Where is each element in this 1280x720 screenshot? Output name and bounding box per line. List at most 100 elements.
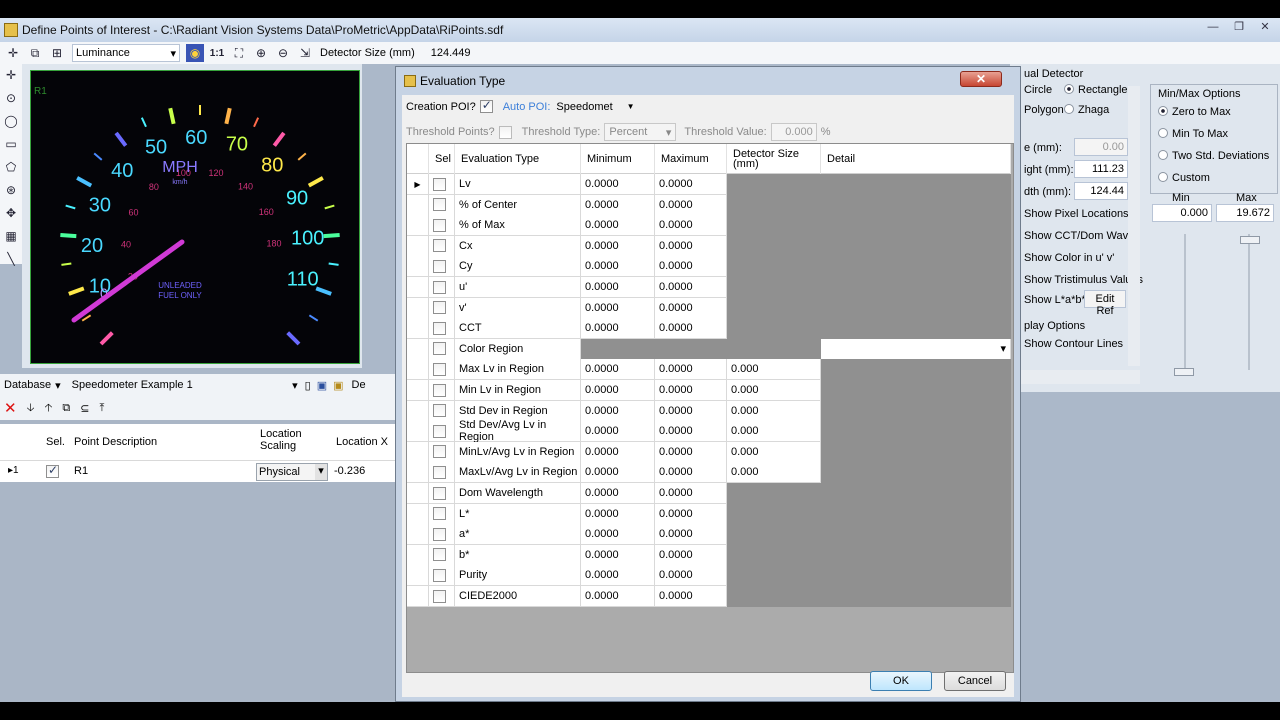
minimum-cell[interactable]: 0.0000 xyxy=(581,503,655,525)
field-e-input[interactable]: 0.00 xyxy=(1074,138,1128,156)
maximum-cell[interactable]: 0.0000 xyxy=(655,297,727,319)
minmax-two-std[interactable]: Two Std. Deviations xyxy=(1158,150,1269,162)
maximum-cell[interactable]: 0.0000 xyxy=(655,483,727,504)
row-select-checkbox[interactable] xyxy=(433,177,446,191)
minimum-cell[interactable]: 0.0000 xyxy=(581,174,655,195)
maximum-cell[interactable]: 0.0000 xyxy=(655,215,727,237)
show-lab[interactable]: Show L*a*b* xyxy=(1024,294,1086,306)
minimum-cell[interactable]: 0.0000 xyxy=(581,462,655,484)
current-row-arrow-icon[interactable]: ▶ xyxy=(407,174,429,195)
maximum-cell[interactable]: 0.0000 xyxy=(655,400,727,422)
maximum-cell[interactable]: 0.0000 xyxy=(655,462,727,484)
maximum-cell[interactable]: 0.0000 xyxy=(655,359,727,381)
row-select-checkbox[interactable] xyxy=(433,259,446,273)
row-header[interactable] xyxy=(407,441,429,463)
row-header[interactable] xyxy=(407,380,429,401)
row-header[interactable] xyxy=(407,565,429,587)
maximum-cell[interactable]: 0.0000 xyxy=(655,256,727,278)
delete-icon[interactable]: ✕ xyxy=(4,399,17,417)
row-header[interactable] xyxy=(407,503,429,525)
maximum-cell[interactable]: 0.0000 xyxy=(655,565,727,587)
polygon-tool-icon[interactable]: ⬠ xyxy=(6,156,16,179)
shape-circle-label[interactable]: Circle xyxy=(1024,84,1052,96)
minimize-icon[interactable]: — xyxy=(1204,21,1222,35)
table-row[interactable]: Cy 0.0000 0.0000 xyxy=(407,256,1011,278)
subset-icon[interactable]: ⊆ xyxy=(80,402,89,415)
detail-combo[interactable]: ▾ xyxy=(821,338,1011,360)
row-select-checkbox[interactable] xyxy=(433,218,446,232)
row-header[interactable] xyxy=(407,400,429,422)
database-combo[interactable]: Speedometer Example 1 ▾ xyxy=(69,376,301,394)
minimum-cell[interactable]: 0.0000 xyxy=(581,400,655,422)
row-select-checkbox[interactable] xyxy=(433,424,446,438)
row-header[interactable] xyxy=(407,215,429,237)
minmax-zero-to-max[interactable]: Zero to Max xyxy=(1158,106,1231,118)
show-color-uv[interactable]: Show Color in u' v' xyxy=(1024,252,1114,264)
scaling-combo[interactable]: Physical ▾ xyxy=(256,463,328,481)
rectangle-tool-icon[interactable]: ▭ xyxy=(5,133,16,156)
zoom-out-icon[interactable]: ⊖ xyxy=(274,44,292,62)
row-select-checkbox[interactable] xyxy=(433,568,446,582)
maximum-cell[interactable]: 0.0000 xyxy=(655,503,727,525)
detector-size-cell[interactable]: 0.000 xyxy=(727,380,821,401)
detector-size-cell[interactable]: 0.000 xyxy=(727,359,821,381)
table-row[interactable]: Purity 0.0000 0.0000 xyxy=(407,565,1011,587)
row-select-checkbox[interactable] xyxy=(433,465,446,479)
table-row[interactable]: v' 0.0000 0.0000 xyxy=(407,297,1011,319)
row-select-checkbox[interactable] xyxy=(433,548,446,562)
zoom-fit-icon[interactable]: ⛶ xyxy=(230,44,248,62)
cancel-button[interactable]: Cancel xyxy=(944,671,1006,691)
table-row[interactable]: Color Region ▾ xyxy=(407,338,1011,360)
row-header[interactable] xyxy=(407,586,429,607)
min-slider-thumb[interactable] xyxy=(1174,368,1194,376)
minimum-cell[interactable]: 0.0000 xyxy=(581,524,655,546)
save-icon[interactable]: ▣ xyxy=(317,379,327,392)
minimum-cell[interactable]: 0.0000 xyxy=(581,359,655,381)
point-tool-icon[interactable]: ⊙ xyxy=(6,87,16,110)
minimum-cell[interactable]: 0.0000 xyxy=(581,586,655,607)
table-row[interactable]: Cx 0.0000 0.0000 xyxy=(407,235,1011,257)
table-row[interactable]: CIEDE2000 0.0000 0.0000 xyxy=(407,586,1011,607)
maximum-cell[interactable]: 0.0000 xyxy=(655,544,727,566)
minimum-cell[interactable]: 0.0000 xyxy=(581,483,655,504)
minimum-cell[interactable]: 0.0000 xyxy=(581,421,655,443)
row-header[interactable] xyxy=(407,277,429,298)
minimum-cell[interactable]: 0.0000 xyxy=(581,565,655,587)
minmax-min-to-max[interactable]: Min To Max xyxy=(1158,128,1228,140)
row-select-checkbox[interactable] xyxy=(433,198,446,212)
shape-rectangle-radio[interactable]: Rectangle xyxy=(1064,84,1128,96)
auto-poi-combo-value[interactable]: Speedomet xyxy=(556,101,612,113)
save-as-icon[interactable]: ▣ xyxy=(333,379,343,392)
ok-button[interactable]: OK xyxy=(870,671,932,691)
table-row[interactable]: ▶ Lv 0.0000 0.0000 xyxy=(407,174,1011,195)
row-select-checkbox[interactable] xyxy=(433,239,446,253)
speedometer-image[interactable]: R1 102030405060708090100110 204060801001… xyxy=(30,70,360,364)
table-row[interactable]: CCT 0.0000 0.0000 xyxy=(407,318,1011,340)
copy-icon[interactable]: ⧉ xyxy=(26,44,44,62)
move-down-icon[interactable]: 🡣 xyxy=(27,399,35,418)
measurement-combo[interactable]: Luminance ▾ xyxy=(72,44,180,62)
detector-size-cell[interactable]: 0.000 xyxy=(727,400,821,422)
row-header[interactable] xyxy=(407,318,429,340)
min-slider-track[interactable] xyxy=(1184,234,1186,370)
table-row[interactable]: ▸1 R1 Physical ▾ -0.236 xyxy=(0,460,395,482)
table-row[interactable]: Dom Wavelength 0.0000 0.0000 xyxy=(407,483,1011,504)
right-panel-scrollbar[interactable] xyxy=(1128,86,1140,366)
table-row[interactable]: Std Dev/Avg Lv in Region 0.0000 0.0000 0.00… xyxy=(407,419,1011,443)
table-row[interactable]: MinLv/Avg Lv in Region 0.0000 0.0000 0.000 xyxy=(407,441,1011,463)
new-file-icon[interactable]: ▯ xyxy=(305,379,311,392)
row-header[interactable] xyxy=(407,359,429,381)
shape-polygon-label[interactable]: Polygon xyxy=(1024,104,1064,116)
detector-size-cell[interactable]: 0.000 xyxy=(727,421,821,443)
creation-poi-checkbox[interactable] xyxy=(479,98,493,113)
chevron-down-icon[interactable]: ▼ xyxy=(627,102,635,111)
table-row[interactable]: b* 0.0000 0.0000 xyxy=(407,544,1011,566)
minimum-cell[interactable]: 0.0000 xyxy=(581,380,655,401)
maximum-cell[interactable]: 0.0000 xyxy=(655,174,727,195)
row-location-x[interactable]: -0.236 xyxy=(334,465,365,477)
move-up-icon[interactable]: 🡡 xyxy=(44,399,52,418)
min-input[interactable]: 0.000 xyxy=(1152,204,1212,222)
zoom-1-1-button[interactable]: 1:1 xyxy=(208,44,226,62)
grid-select-icon[interactable]: ⊞ xyxy=(48,44,66,62)
show-pixel-locations[interactable]: Show Pixel Locations xyxy=(1024,208,1129,220)
